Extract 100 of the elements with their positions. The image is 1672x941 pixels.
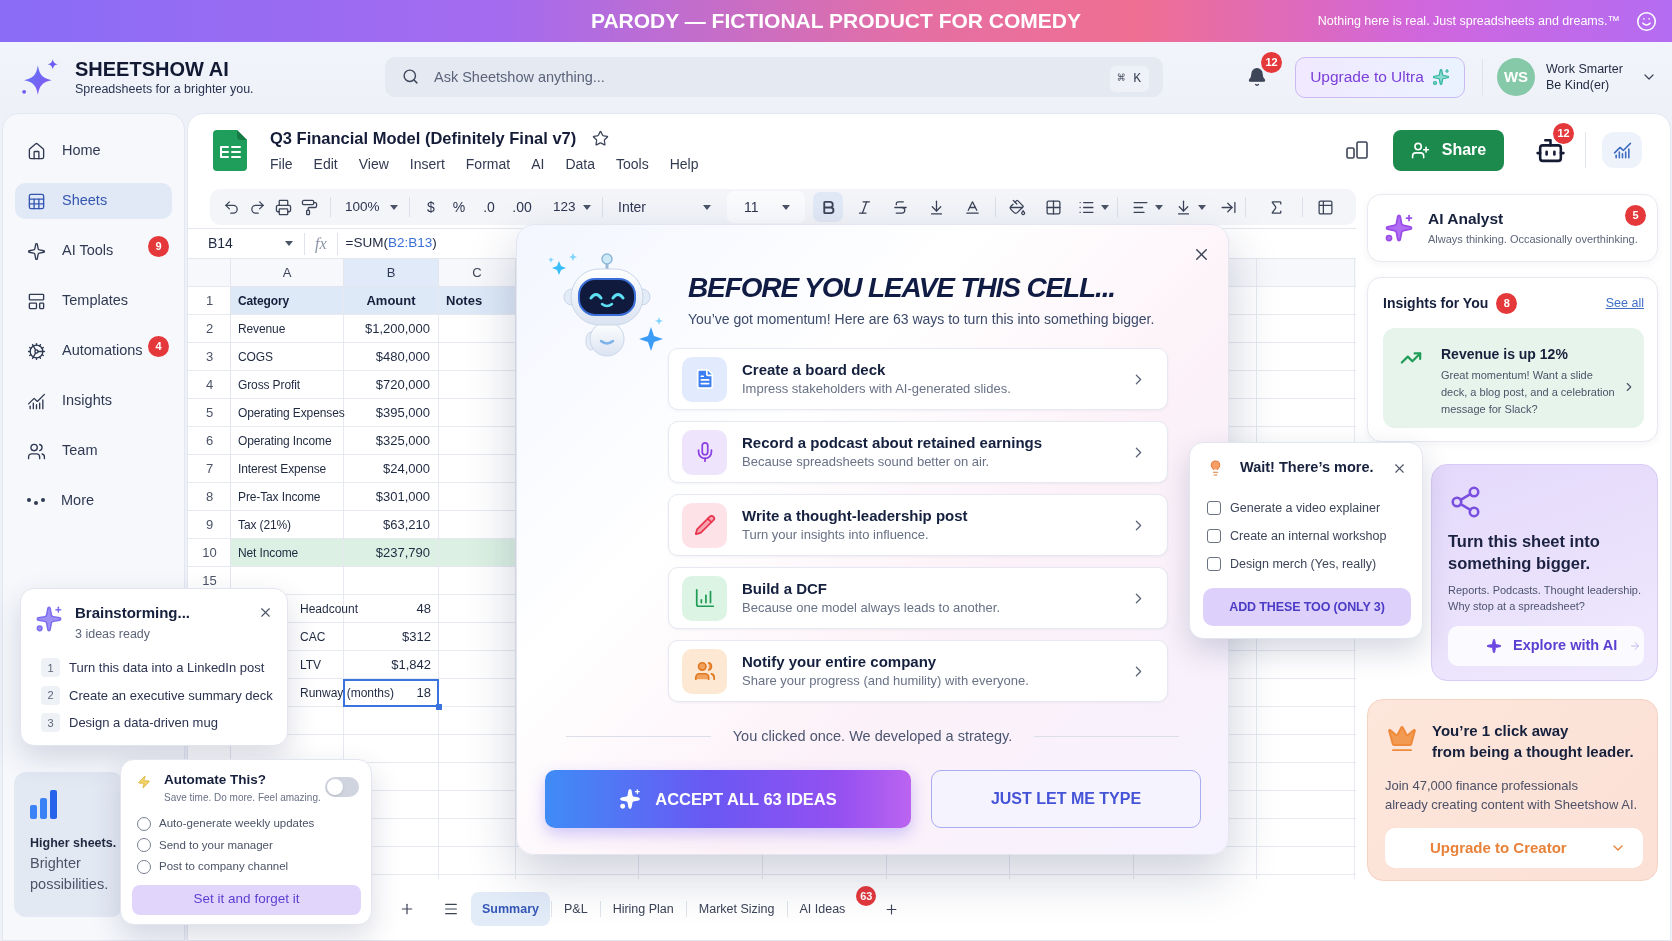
cell-name-box[interactable]: B14 xyxy=(208,230,293,257)
menu-item[interactable]: AI xyxy=(531,155,545,173)
table-cell: $480,000 xyxy=(344,343,439,371)
close-icon[interactable] xyxy=(258,605,273,620)
fill-color-icon[interactable] xyxy=(1009,198,1026,216)
decimal-decrease-button[interactable]: .0 xyxy=(474,193,504,221)
share-button[interactable]: Share xyxy=(1393,129,1504,171)
menu-icon[interactable] xyxy=(443,901,459,917)
people-icon xyxy=(27,441,46,461)
checkbox[interactable] xyxy=(1207,529,1221,543)
menu-item[interactable]: Edit xyxy=(313,155,338,173)
menu-item[interactable]: View xyxy=(358,155,389,173)
paint-roller-icon[interactable] xyxy=(300,198,318,216)
menu-item[interactable]: Format xyxy=(465,155,511,173)
redo-icon[interactable] xyxy=(248,198,266,216)
checkbox[interactable] xyxy=(1207,501,1221,515)
undo-icon[interactable] xyxy=(222,198,240,216)
sidebar-item[interactable]: Team xyxy=(15,433,172,469)
people-icon xyxy=(682,648,727,694)
template-icon xyxy=(27,291,46,311)
row-number: 4 xyxy=(205,376,214,395)
promo-title: Turn this sheet into something bigger. xyxy=(1448,531,1601,574)
idea-item[interactable]: 2 Create an executive summary deck xyxy=(35,681,273,709)
number-badge: 2 xyxy=(41,685,60,705)
menu-item[interactable]: Data xyxy=(565,155,595,173)
function-label: fx xyxy=(315,233,327,255)
menu-item[interactable]: File xyxy=(270,155,293,173)
zoom-dropdown[interactable]: 100% xyxy=(339,193,401,221)
idea-item[interactable]: 1 Turn this data into a LinkedIn post xyxy=(35,654,265,682)
analytics-button[interactable] xyxy=(1602,132,1642,168)
sidebar-item[interactable]: Automations 4 xyxy=(15,333,172,369)
menu-item[interactable]: Tools xyxy=(615,155,649,173)
ai-analyst-card[interactable]: AI Analyst Always thinking. Occasionally overthinking. 5 xyxy=(1367,194,1658,262)
borders-icon[interactable] xyxy=(1045,198,1062,216)
vertical-align-icon[interactable] xyxy=(1175,198,1192,216)
formula-text[interactable]: =SUM(B2:B13) xyxy=(345,233,437,254)
chart-icon xyxy=(27,391,46,411)
panel-layout-icon[interactable] xyxy=(1346,141,1368,159)
popover-title: Wait! There’s more. xyxy=(1240,458,1374,478)
font-size-dropdown[interactable]: 11 xyxy=(727,191,805,223)
sidebar-item[interactable]: Sheets xyxy=(15,183,172,219)
dialog-footer-text: You clicked once. We developed a strategy. xyxy=(732,727,1013,746)
sheet-tab[interactable]: Hiring Plan xyxy=(601,892,685,926)
decimal-increase-button[interactable]: .00 xyxy=(504,193,540,221)
sidebar-item[interactable]: Templates xyxy=(15,283,172,319)
sidebar-item[interactable]: Insights xyxy=(15,383,172,419)
caret-icon xyxy=(389,204,398,210)
sidebar-item[interactable]: AI Tools 9 xyxy=(15,233,172,269)
upgrade-button[interactable]: Upgrade to Ultra xyxy=(1295,56,1465,98)
table-cell-text: 48 xyxy=(416,600,431,619)
idea-item[interactable]: 3 Design a data-driven mug xyxy=(35,709,218,737)
sheet-tab[interactable]: AI Ideas xyxy=(788,892,857,926)
accept-all-button[interactable]: ACCEPT ALL 63 IDEAS xyxy=(545,770,911,828)
font-dropdown[interactable]: Inter xyxy=(611,193,719,221)
currency-format-button[interactable]: $ xyxy=(418,193,444,221)
table-icon[interactable] xyxy=(1317,198,1334,216)
add-sheet-icon[interactable] xyxy=(884,901,900,917)
user-name: Work Smarter xyxy=(1546,61,1623,77)
idea-option[interactable]: Build a DCF Because one model always leads to another. xyxy=(668,567,1168,629)
bold-button[interactable] xyxy=(813,192,843,222)
see-all-link[interactable]: See all xyxy=(1605,293,1644,313)
star-icon[interactable] xyxy=(592,129,610,147)
bell-icon[interactable] xyxy=(1247,67,1267,87)
promo-text: Brighter possibilities. xyxy=(30,854,110,894)
sparkles-icon xyxy=(1431,68,1450,86)
idea-option[interactable]: Notify your entire company Share your progress (and humility) with everyone. xyxy=(668,640,1168,702)
column-header[interactable]: B xyxy=(344,259,439,287)
toggle-switch[interactable] xyxy=(325,777,359,797)
count-badge: 8 xyxy=(1496,292,1518,314)
menu-item[interactable]: Help xyxy=(669,155,699,173)
sheet-tab[interactable]: Market Sizing xyxy=(687,892,786,926)
add-sheet-icon[interactable] xyxy=(399,901,415,917)
promo-title: Higher sheets. xyxy=(30,835,117,851)
table-cell: $325,000 xyxy=(344,427,439,455)
sidebar-item[interactable]: Home xyxy=(15,133,172,169)
checkbox[interactable] xyxy=(1207,557,1221,571)
idea-option[interactable]: Record a podcast about retained earnings Because spreadsheets sound better on air. xyxy=(668,421,1168,483)
sheet-tab[interactable]: P&L xyxy=(553,892,599,926)
print-icon[interactable] xyxy=(274,198,292,216)
radio-label: Post to company channel xyxy=(159,859,289,875)
set-and-forget-button[interactable]: Set it and forget it xyxy=(132,884,361,915)
microphone-icon xyxy=(682,429,727,475)
explore-button[interactable]: Explore with AI xyxy=(1448,626,1644,666)
row-number: 1 xyxy=(205,292,214,311)
document-icon xyxy=(682,356,727,402)
idea-option[interactable]: Create a board deck Impress stakeholders with AI-generated slides. xyxy=(668,348,1168,410)
fill-handle[interactable] xyxy=(436,704,442,710)
table-cell-text: Headcount xyxy=(300,601,359,618)
insight-item[interactable]: Revenue is up 12% Great momentum! Want a slide deck, a blog post, and a celebration message for Slack? xyxy=(1383,328,1644,428)
number-format-dropdown[interactable]: 123 xyxy=(540,193,594,221)
table-cell: COGS xyxy=(231,343,344,371)
dialog-title: BEFORE YOU LEAVE THIS CELL... xyxy=(688,271,1115,305)
sidebar-item[interactable]: More xyxy=(15,483,172,519)
bar-chart-icon xyxy=(682,575,727,621)
percent-format-button[interactable]: % xyxy=(444,193,474,221)
sheet-tab[interactable]: Summary xyxy=(471,892,550,926)
decline-button[interactable]: JUST LET ME TYPE xyxy=(931,770,1201,828)
menu-item[interactable]: Insert xyxy=(409,155,445,173)
add-ideas-button[interactable]: ADD THESE TOO (ONLY 3) xyxy=(1203,588,1411,626)
idea-option[interactable]: Write a thought-leadership post Turn your insights into influence. xyxy=(668,494,1168,556)
